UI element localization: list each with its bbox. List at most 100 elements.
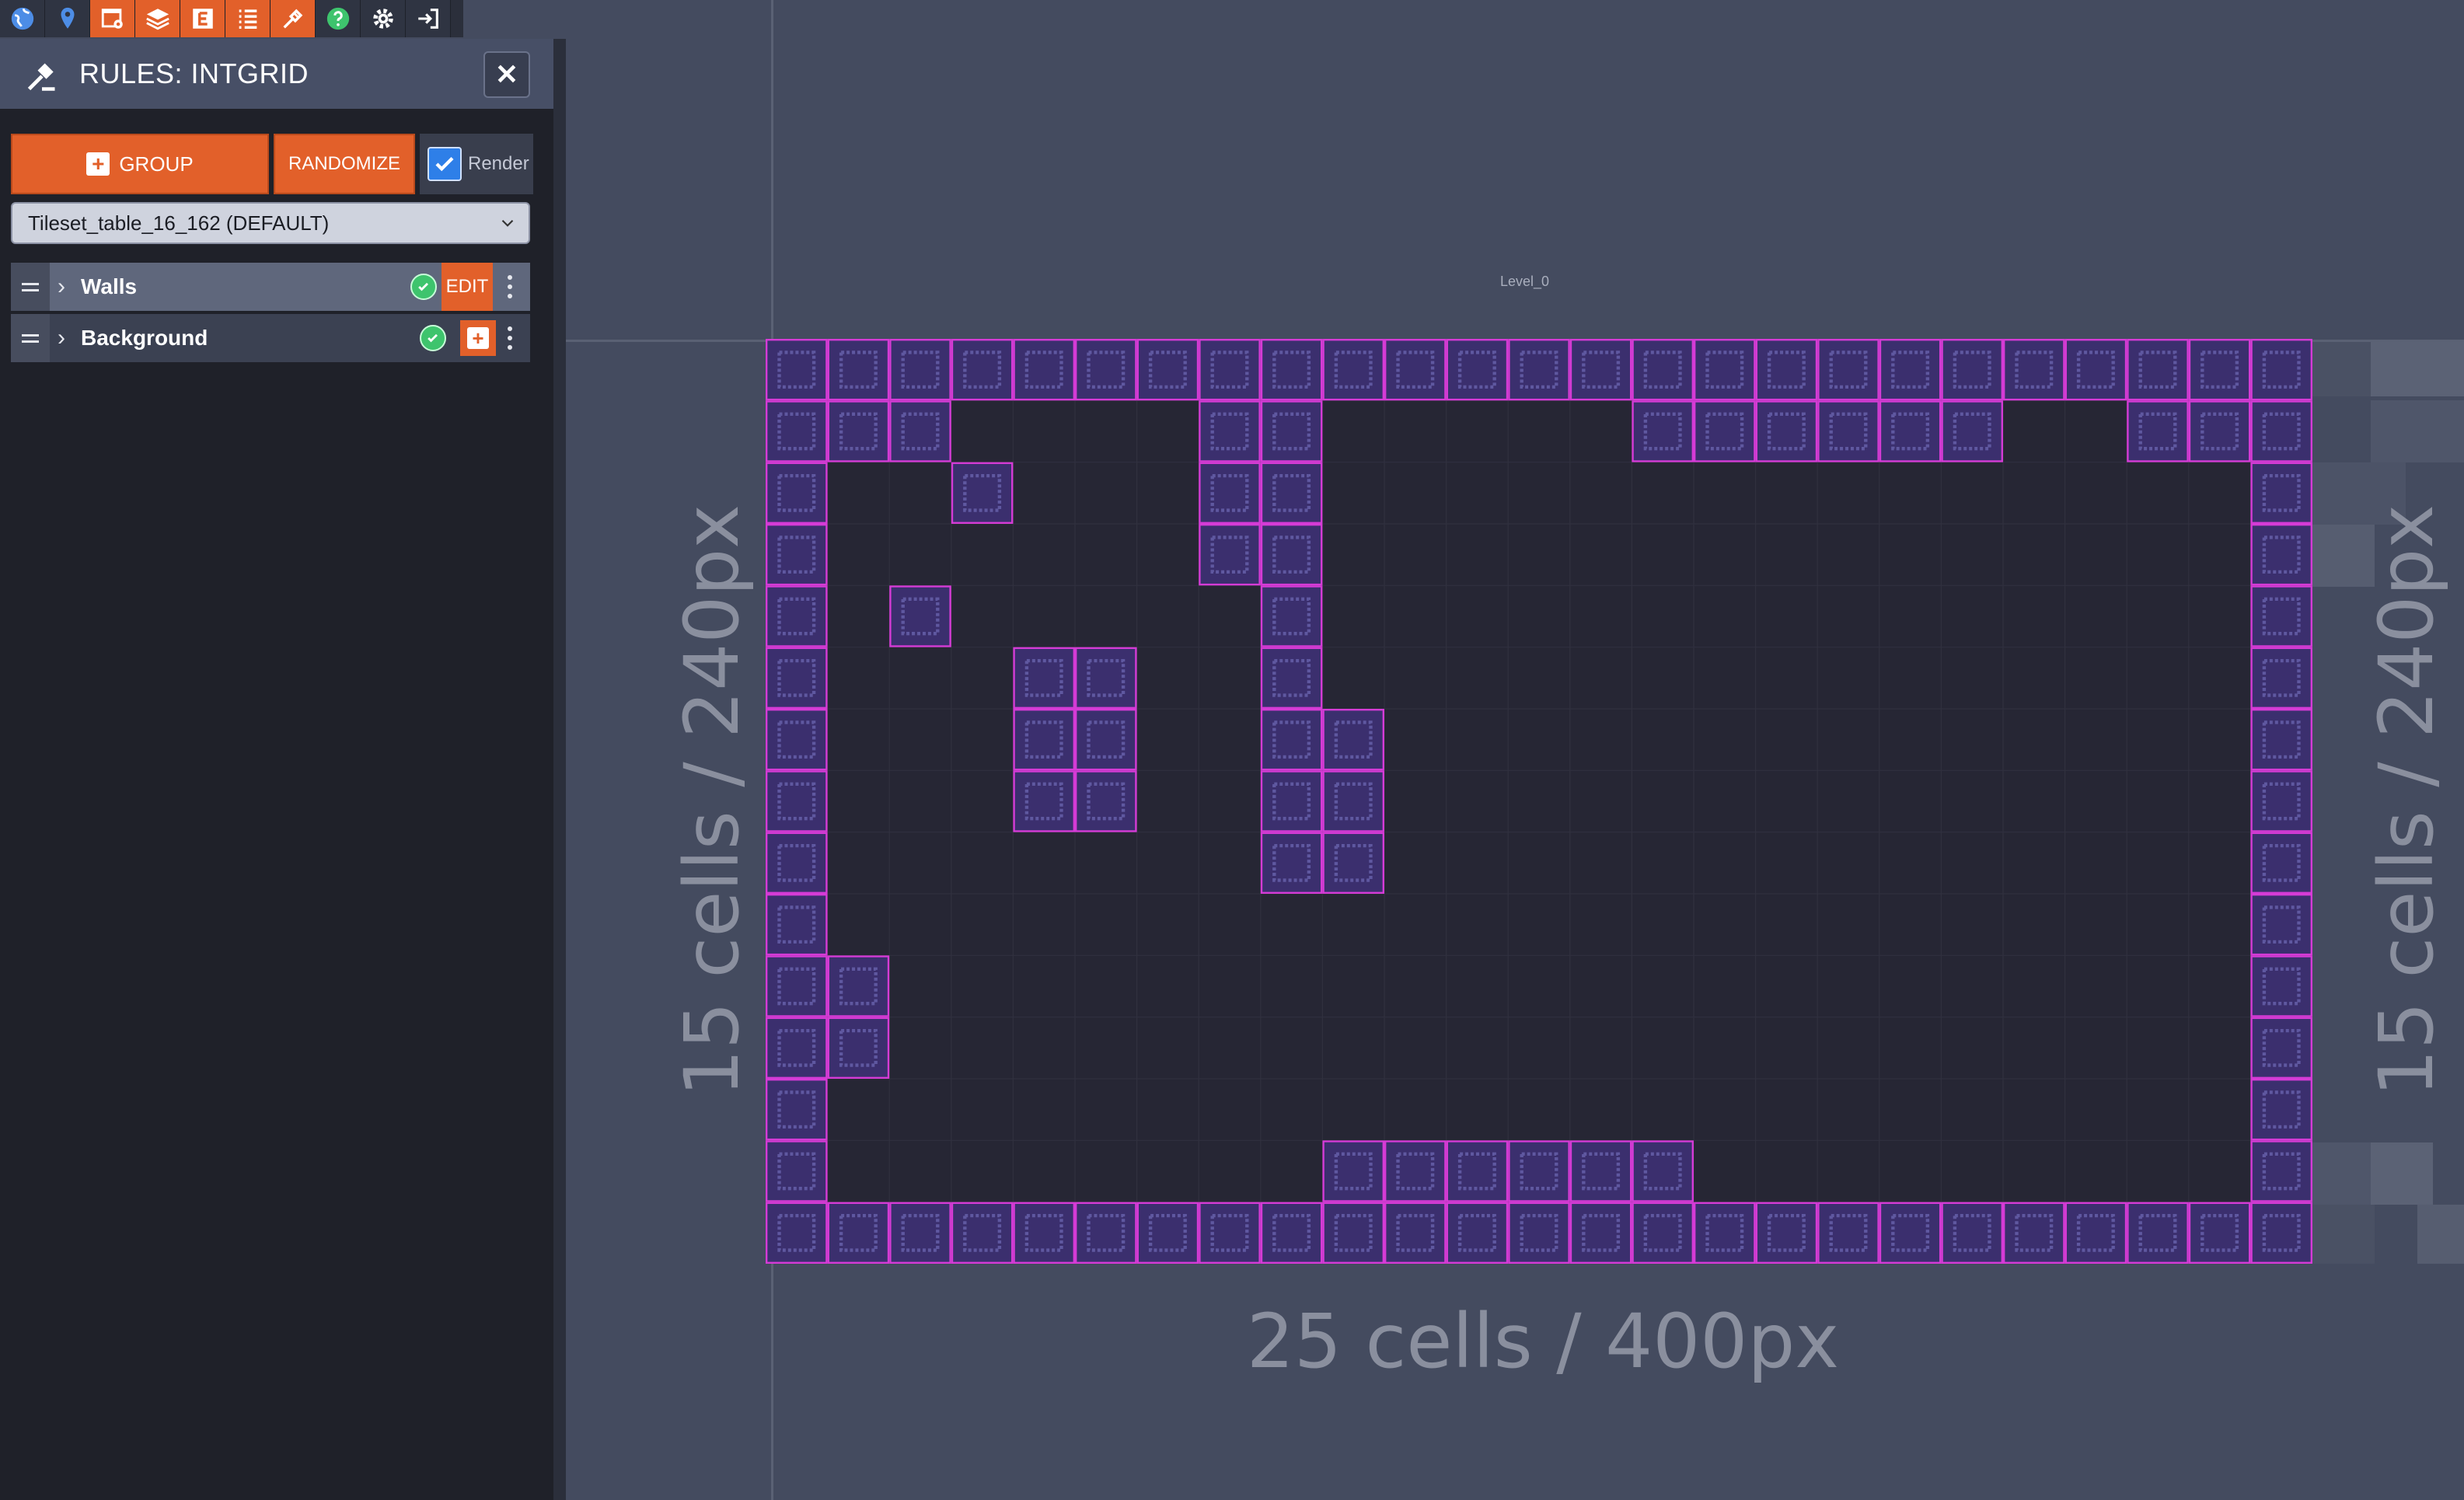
check-circle-icon[interactable] [420,325,446,351]
wall-tile [827,955,890,1017]
randomize-button[interactable]: RANDOMIZE [274,134,415,194]
drag-handle-icon[interactable] [11,314,50,362]
wall-tile [1260,339,1323,401]
panel-header: RULES: INTGRID ✕ [0,39,553,109]
wall-tile [1322,709,1385,771]
tilesets-button[interactable] [270,0,316,37]
layers-button[interactable] [135,0,180,37]
wall-tile [2250,1079,2312,1141]
wall-tile [766,462,828,524]
drag-handle-icon[interactable] [11,263,50,311]
more-menu-icon[interactable] [494,263,525,311]
wall-tile [889,339,951,401]
wall-tile [1136,339,1199,401]
wall-tile [951,462,1014,524]
exit-button[interactable] [406,0,451,37]
wall-tile [1569,1140,1632,1202]
panel-title: RULES: INTGRID [79,58,309,89]
wall-tile [2064,339,2127,401]
wall-tile [1879,400,1942,462]
wall-tile [1446,1202,1509,1264]
neighbor-tile [2312,342,2375,396]
render-toggle[interactable]: Render [420,134,533,194]
wall-tile [2250,339,2312,401]
wall-tile [766,1140,828,1202]
chevron-right-icon[interactable]: › [50,314,73,362]
wall-tile [2250,523,2312,586]
level-grid[interactable] [766,339,2312,1264]
wall-tile [1632,1202,1694,1264]
render-checkbox[interactable] [428,147,462,181]
wall-tile [1569,1202,1632,1264]
close-button[interactable]: ✕ [483,51,530,98]
wall-tile [2127,1202,2189,1264]
wall-tile [2250,894,2312,956]
settings-button[interactable] [361,0,406,37]
rule-group-label: Background [81,326,208,350]
wall-tile [1260,709,1323,771]
wall-tile [766,647,828,710]
rule-group-walls[interactable]: › Walls EDIT [11,263,530,311]
wall-tile [889,585,951,647]
add-rule-button[interactable]: + [460,320,496,356]
neighbor-tile [2371,342,2464,396]
chevron-down-icon [501,219,514,227]
world-button[interactable] [0,0,45,37]
layers-icon [145,9,169,30]
wall-tile [2250,400,2312,462]
wall-tile [1817,1202,1879,1264]
rule-group-background[interactable]: › Background + [11,314,530,362]
chevron-right-icon[interactable]: › [50,263,73,311]
entities-button[interactable] [180,0,225,37]
help-button[interactable] [316,0,361,37]
hammer-icon [27,63,55,91]
pin-icon [61,7,74,29]
wall-tile [1693,339,1756,401]
rule-group-label: Walls [81,274,138,298]
wall-tile [1632,339,1694,401]
wall-tile [1384,1202,1447,1264]
plus-icon: + [467,327,489,349]
neighbor-tile [2417,1205,2464,1264]
wall-tile [1322,1202,1385,1264]
project-settings-icon [101,9,123,29]
project-settings-button[interactable] [90,0,135,37]
wall-tile [1632,1140,1694,1202]
wall-tile [2002,339,2065,401]
tileset-select[interactable]: Tileset_table_16_162 (DEFAULT) [11,202,530,244]
wall-tile [2064,1202,2127,1264]
wall-tile [827,400,890,462]
more-menu-icon[interactable] [494,314,525,362]
wall-tile [1569,339,1632,401]
wall-tile [827,1202,890,1264]
check-circle-icon[interactable] [410,274,437,300]
wall-tile [2250,1202,2312,1264]
level-height-label-right: 15 cells / 240px [2363,504,2450,1097]
help-icon [326,7,349,30]
wall-tile [1817,400,1879,462]
add-group-button[interactable]: + GROUP [11,134,269,194]
wall-tile [2188,339,2251,401]
wall-tile [1199,339,1261,401]
edit-button[interactable]: EDIT [441,263,493,311]
wall-tile [2250,770,2312,832]
wall-tile [766,832,828,895]
exit-icon [417,9,438,29]
level-width-label: 25 cells / 400px [1246,1298,1840,1385]
wall-tile [2250,585,2312,647]
wall-tile [2127,339,2189,401]
wall-tile [1755,400,1818,462]
main-toolbar [0,0,463,37]
level-button[interactable] [45,0,90,37]
wall-tile [1260,523,1323,586]
plus-icon: + [86,152,110,176]
wall-tile [766,339,828,401]
wall-tile [1075,770,1137,832]
wall-tile [1693,400,1756,462]
wall-tile [1013,709,1076,771]
tileset-select-value: Tileset_table_16_162 (DEFAULT) [28,211,330,235]
enums-button[interactable] [225,0,270,37]
wall-tile [2250,709,2312,771]
wall-tile [2250,955,2312,1017]
wall-tile [766,1079,828,1141]
